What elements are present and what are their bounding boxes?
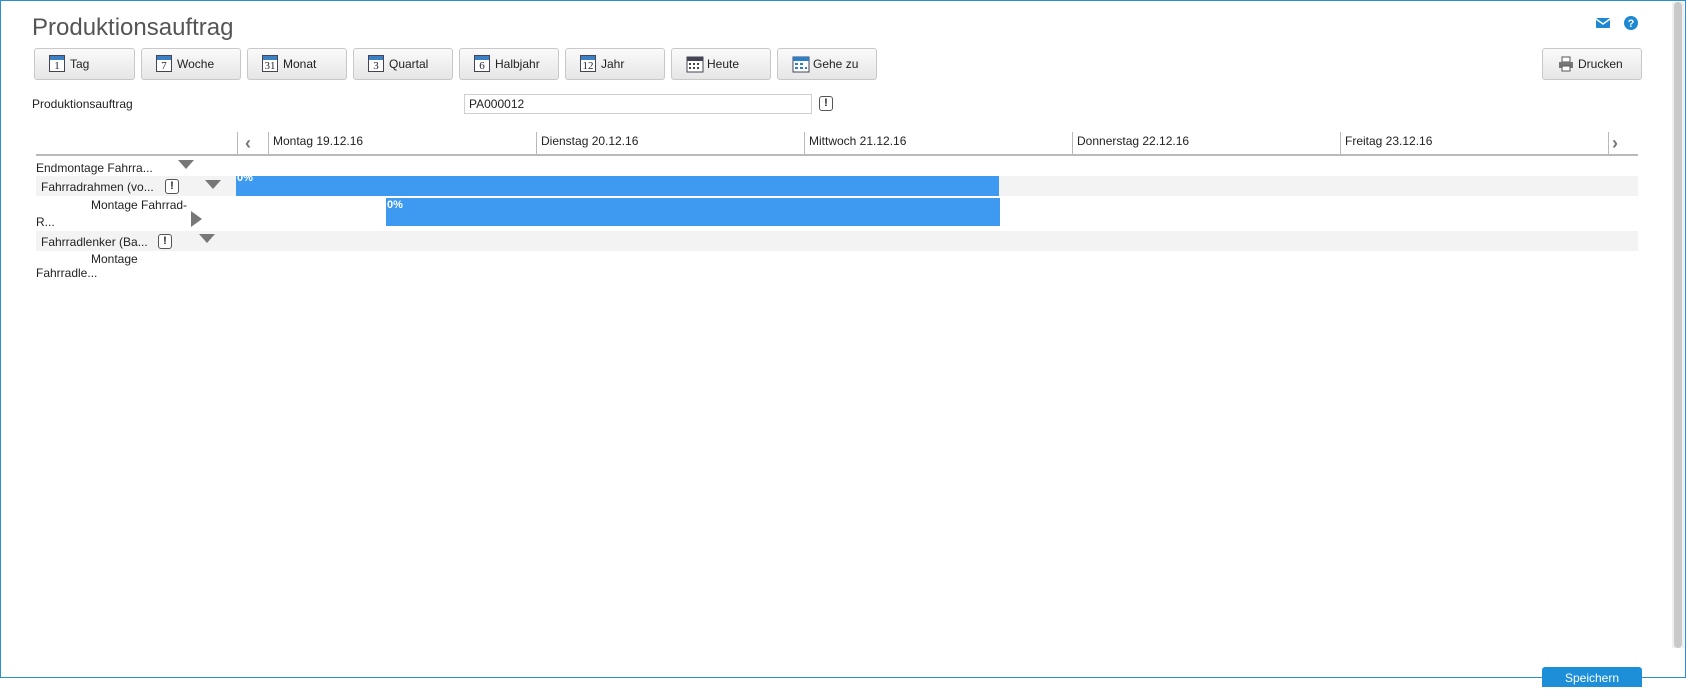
day-thursday: Donnerstag 22.12.16 bbox=[1077, 134, 1190, 148]
timeline-tick bbox=[804, 132, 805, 154]
calendar-day-icon: 1 bbox=[49, 55, 67, 73]
day-wednesday: Mittwoch 21.12.16 bbox=[809, 134, 907, 148]
task-label-fahrradlenker: Fahrradlenker (Ba... bbox=[41, 235, 148, 249]
gantt-bar-progress: 0% bbox=[387, 199, 403, 211]
calendar-goto-icon bbox=[792, 55, 810, 73]
page-title: Produktionsauftrag bbox=[32, 14, 234, 41]
heute-label: Heute bbox=[707, 57, 740, 71]
halbjahr-button[interactable]: 6 Halbjahr bbox=[459, 48, 559, 80]
heute-button[interactable]: Heute bbox=[671, 48, 771, 80]
collapse-toggle-icon[interactable] bbox=[199, 234, 215, 243]
svg-text:?: ? bbox=[1628, 18, 1635, 30]
print-label: Drucken bbox=[1578, 57, 1623, 71]
quartal-label: Quartal bbox=[389, 57, 429, 71]
tag-label: Tag bbox=[70, 57, 90, 71]
task-info-button[interactable]: ! bbox=[158, 234, 172, 249]
gantt-bar-progress: 0% bbox=[237, 172, 253, 184]
gehe-zu-label: Gehe zu bbox=[813, 57, 859, 71]
monat-label: Monat bbox=[283, 57, 317, 71]
day-tuesday: Dienstag 20.12.16 bbox=[541, 134, 639, 148]
woche-button[interactable]: 7 Woche bbox=[141, 48, 241, 80]
gantt-bar-fahrradrahmen[interactable] bbox=[236, 176, 999, 196]
timeline-next-arrow[interactable]: › bbox=[1612, 133, 1618, 154]
print-button[interactable]: Drucken bbox=[1542, 48, 1642, 80]
app-frame bbox=[0, 0, 1686, 678]
save-button[interactable]: Speichern bbox=[1542, 667, 1642, 687]
task-label-montage-lenker-line2: Fahrradle... bbox=[36, 266, 98, 280]
timeline-tick bbox=[237, 132, 238, 154]
jahr-button[interactable]: 12 Jahr bbox=[565, 48, 665, 80]
monat-button[interactable]: 31 Monat bbox=[247, 48, 347, 80]
gantt-bar-montage-rahmen[interactable] bbox=[386, 198, 1000, 226]
collapse-toggle-icon[interactable] bbox=[178, 160, 194, 169]
calendar-quarter-icon: 3 bbox=[368, 55, 386, 73]
timeline-tick bbox=[1340, 132, 1341, 154]
production-order-label: Produktionsauftrag bbox=[32, 97, 133, 111]
task-label-montage-rahmen-line2: R... bbox=[36, 215, 55, 229]
vertical-scrollbar[interactable] bbox=[1672, 2, 1684, 648]
help-icon[interactable]: ? bbox=[1622, 14, 1640, 32]
scrollbar-thumb[interactable] bbox=[1674, 2, 1682, 648]
woche-label: Woche bbox=[177, 57, 215, 71]
collapse-toggle-icon[interactable] bbox=[205, 180, 221, 189]
task-row-fahrradlenker bbox=[36, 231, 1638, 251]
task-label-endmontage: Endmontage Fahrra... bbox=[36, 161, 153, 175]
task-label-montage-lenker-line1: Montage bbox=[91, 252, 138, 266]
gehe-zu-button[interactable]: Gehe zu bbox=[777, 48, 877, 80]
quartal-button[interactable]: 3 Quartal bbox=[353, 48, 453, 80]
timeline-tick bbox=[268, 132, 269, 154]
tag-button[interactable]: 1 Tag bbox=[34, 48, 135, 80]
timeline-axis bbox=[36, 154, 1638, 156]
production-order-info-button[interactable]: ! bbox=[819, 96, 833, 111]
jahr-label: Jahr bbox=[601, 57, 625, 71]
calendar-week-icon: 7 bbox=[156, 55, 174, 73]
task-label-fahrradrahmen: Fahrradrahmen (vo... bbox=[41, 180, 154, 194]
mail-icon[interactable] bbox=[1594, 14, 1612, 32]
printer-icon bbox=[1557, 55, 1575, 73]
day-monday: Montag 19.12.16 bbox=[273, 134, 364, 148]
expand-toggle-icon[interactable] bbox=[191, 211, 202, 227]
timeline-tick bbox=[1072, 132, 1073, 154]
calendar-today-icon bbox=[686, 55, 704, 73]
timeline-prev-arrow[interactable]: ‹ bbox=[245, 133, 251, 154]
calendar-month-icon: 31 bbox=[262, 55, 280, 73]
day-friday: Freitag 23.12.16 bbox=[1345, 134, 1433, 148]
task-info-button[interactable]: ! bbox=[165, 179, 179, 194]
calendar-halfyear-icon: 6 bbox=[474, 55, 492, 73]
timeline-tick bbox=[1608, 132, 1609, 154]
production-order-field[interactable]: PA000012 bbox=[464, 94, 812, 114]
calendar-year-icon: 12 bbox=[580, 55, 598, 73]
timeline-tick bbox=[536, 132, 537, 154]
halbjahr-label: Halbjahr bbox=[495, 57, 540, 71]
task-label-montage-rahmen-line1: Montage Fahrrad- bbox=[91, 198, 188, 212]
